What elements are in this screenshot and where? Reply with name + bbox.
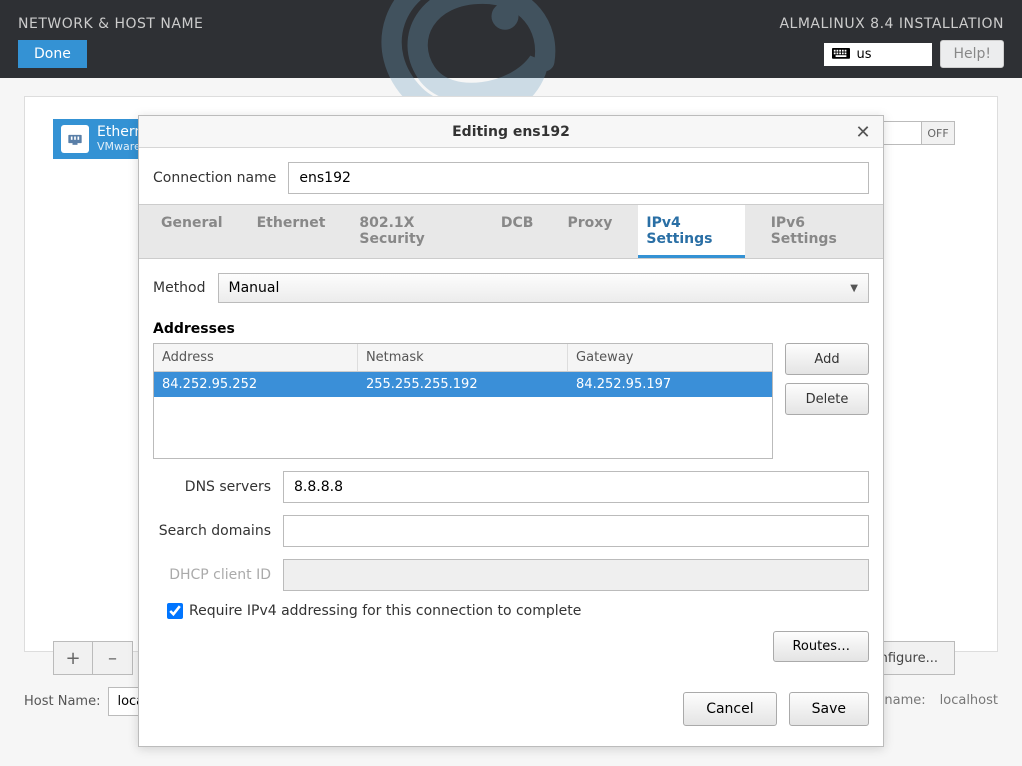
keyboard-layout-label: us — [856, 47, 871, 62]
current-hostname-value: localhost — [940, 693, 998, 708]
tab-general[interactable]: General — [153, 205, 231, 258]
tab-proxy[interactable]: Proxy — [559, 205, 620, 258]
search-domains-label: Search domains — [153, 523, 271, 539]
dns-input[interactable] — [283, 471, 869, 503]
help-button[interactable]: Help! — [940, 40, 1004, 68]
method-label: Method — [153, 280, 206, 296]
tab-dcb[interactable]: DCB — [493, 205, 542, 258]
cancel-button[interactable]: Cancel — [683, 692, 776, 726]
tab-ipv6-settings[interactable]: IPv6 Settings — [763, 205, 869, 258]
close-icon[interactable]: ✕ — [847, 116, 879, 148]
keyboard-indicator[interactable]: us — [824, 43, 932, 66]
done-button[interactable]: Done — [18, 40, 87, 68]
connection-name-label: Connection name — [153, 170, 276, 186]
addresses-label: Addresses — [153, 321, 869, 337]
add-interface-button[interactable]: + — [53, 641, 93, 675]
dns-label: DNS servers — [153, 479, 271, 495]
dhcp-client-id-input — [283, 559, 869, 591]
remove-interface-button[interactable]: – — [93, 641, 133, 675]
dialog-title: Editing ens192 — [452, 124, 570, 140]
add-address-button[interactable]: Add — [785, 343, 869, 375]
page-title: NETWORK & HOST NAME — [18, 16, 203, 32]
address-row[interactable]: 84.252.95.252 255.255.255.192 84.252.95.… — [154, 372, 772, 397]
keyboard-icon — [832, 48, 850, 60]
routes-button[interactable]: Routes… — [773, 631, 869, 662]
interface-toggle[interactable]: OFF — [873, 121, 955, 145]
installer-topbar: NETWORK & HOST NAME Done ALMALINUX 8.4 I… — [0, 0, 1022, 78]
toggle-label: OFF — [922, 122, 954, 144]
delete-address-button[interactable]: Delete — [785, 383, 869, 415]
chevron-down-icon: ▼ — [850, 283, 858, 294]
installer-title: ALMALINUX 8.4 INSTALLATION — [779, 16, 1004, 32]
ethernet-icon — [61, 125, 89, 153]
col-gateway-header: Gateway — [568, 344, 772, 371]
cell-gateway: 84.252.95.197 — [568, 372, 772, 397]
tab-bar: General Ethernet 802.1X Security DCB Pro… — [139, 204, 883, 259]
addresses-table[interactable]: Address Netmask Gateway 84.252.95.252 25… — [153, 343, 773, 459]
method-select[interactable]: Manual ▼ — [218, 273, 869, 303]
tab-8021x[interactable]: 802.1X Security — [351, 205, 474, 258]
method-value: Manual — [229, 280, 280, 296]
col-address-header: Address — [154, 344, 358, 371]
cell-netmask: 255.255.255.192 — [358, 372, 568, 397]
col-netmask-header: Netmask — [358, 344, 568, 371]
dhcp-client-id-label: DHCP client ID — [153, 567, 271, 583]
require-ipv4-label: Require IPv4 addressing for this connect… — [189, 603, 581, 619]
hostname-label: Host Name: — [24, 694, 100, 709]
tab-ipv4-settings[interactable]: IPv4 Settings — [638, 205, 744, 258]
search-domains-input[interactable] — [283, 515, 869, 547]
edit-connection-dialog: Editing ens192 ✕ Connection name General… — [138, 115, 884, 747]
connection-name-input[interactable] — [288, 162, 869, 194]
save-button[interactable]: Save — [789, 692, 869, 726]
cell-address: 84.252.95.252 — [154, 372, 358, 397]
tab-ethernet[interactable]: Ethernet — [249, 205, 334, 258]
require-ipv4-checkbox[interactable] — [167, 603, 183, 619]
